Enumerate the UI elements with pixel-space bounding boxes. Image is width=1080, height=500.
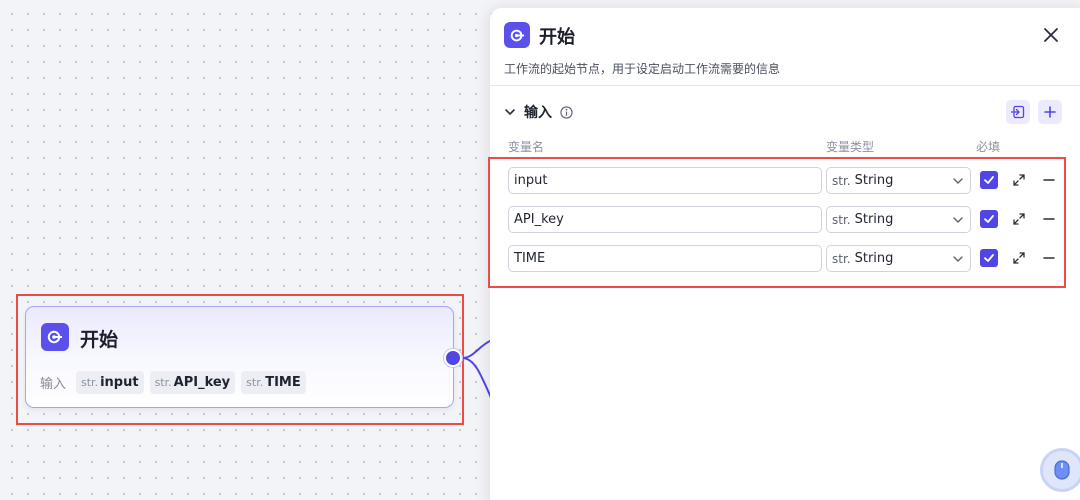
type-value: String bbox=[854, 212, 894, 227]
column-header-type: 变量类型 bbox=[826, 140, 875, 154]
var-tag-input: str. input bbox=[76, 371, 144, 394]
start-node-icon bbox=[41, 323, 69, 351]
variable-type-select[interactable]: str. String bbox=[826, 206, 971, 233]
variable-name-input[interactable] bbox=[508, 167, 822, 194]
expand-icon[interactable] bbox=[1010, 171, 1028, 189]
check-icon bbox=[984, 254, 994, 262]
remove-variable-icon[interactable] bbox=[1040, 171, 1058, 189]
type-prefix: str. bbox=[832, 251, 851, 266]
variable-name-input[interactable] bbox=[508, 206, 822, 233]
mouse-icon bbox=[1054, 460, 1070, 480]
chevron-down-icon[interactable] bbox=[504, 106, 516, 118]
chevron-down-icon bbox=[953, 256, 963, 262]
expand-icon[interactable] bbox=[1010, 210, 1028, 228]
check-icon bbox=[984, 215, 994, 223]
type-prefix: str. bbox=[832, 212, 851, 227]
var-tag-type: str. bbox=[81, 376, 99, 389]
panel-title: 开始 bbox=[539, 27, 575, 48]
variable-type-select[interactable]: str. String bbox=[826, 245, 971, 272]
start-node-card[interactable]: 开始 输入 str. input str. API_key str. TIME bbox=[25, 306, 454, 408]
panel-description: 工作流的起始节点，用于设定启动工作流需要的信息 bbox=[504, 62, 781, 76]
check-icon bbox=[984, 176, 994, 184]
start-node-icon bbox=[504, 22, 530, 48]
floating-assistant-button[interactable] bbox=[1040, 448, 1080, 492]
var-tag-name: TIME bbox=[265, 375, 301, 390]
type-value: String bbox=[854, 251, 894, 266]
required-checkbox[interactable] bbox=[980, 249, 998, 267]
var-tag-type: str. bbox=[154, 376, 172, 389]
info-icon[interactable] bbox=[560, 105, 573, 119]
column-header-name: 变量名 bbox=[508, 140, 545, 154]
panel-header: 开始 工作流的起始节点，用于设定启动工作流需要的信息 bbox=[490, 8, 1080, 86]
expand-icon[interactable] bbox=[1010, 249, 1028, 267]
section-actions bbox=[1006, 100, 1062, 124]
node-output-handle[interactable] bbox=[444, 349, 462, 367]
var-tag-api-key: str. API_key bbox=[149, 371, 236, 394]
variable-row: str. String bbox=[508, 245, 1068, 272]
add-variable-button[interactable] bbox=[1038, 100, 1062, 124]
variable-name-input[interactable] bbox=[508, 245, 822, 272]
input-section-header[interactable]: 输入 bbox=[504, 102, 573, 122]
remove-variable-icon[interactable] bbox=[1040, 210, 1058, 228]
remove-variable-icon[interactable] bbox=[1040, 249, 1058, 267]
var-tag-name: API_key bbox=[173, 375, 231, 390]
type-prefix: str. bbox=[832, 173, 851, 188]
variable-row: str. String bbox=[508, 206, 1068, 233]
close-icon[interactable] bbox=[1038, 22, 1064, 48]
node-title: 开始 bbox=[80, 329, 119, 351]
chevron-down-icon bbox=[953, 217, 963, 223]
type-value: String bbox=[854, 173, 894, 188]
plus-icon bbox=[1044, 106, 1056, 118]
section-title: 输入 bbox=[524, 105, 552, 121]
import-icon bbox=[1011, 105, 1025, 119]
var-tag-name: input bbox=[100, 375, 139, 390]
var-tag-type: str. bbox=[246, 376, 264, 389]
variable-row: str. String bbox=[508, 167, 1068, 194]
node-input-row: 输入 str. input str. API_key str. TIME bbox=[40, 371, 306, 394]
column-header-required: 必填 bbox=[976, 140, 1001, 154]
chevron-down-icon bbox=[953, 178, 963, 184]
required-checkbox[interactable] bbox=[980, 210, 998, 228]
node-input-label: 输入 bbox=[40, 377, 67, 392]
required-checkbox[interactable] bbox=[980, 171, 998, 189]
var-tag-time: str. TIME bbox=[241, 371, 306, 394]
node-config-panel: 开始 工作流的起始节点，用于设定启动工作流需要的信息 输入 变量名 变量类型 必… bbox=[488, 8, 1080, 500]
import-variable-button[interactable] bbox=[1006, 100, 1030, 124]
variable-type-select[interactable]: str. String bbox=[826, 167, 971, 194]
